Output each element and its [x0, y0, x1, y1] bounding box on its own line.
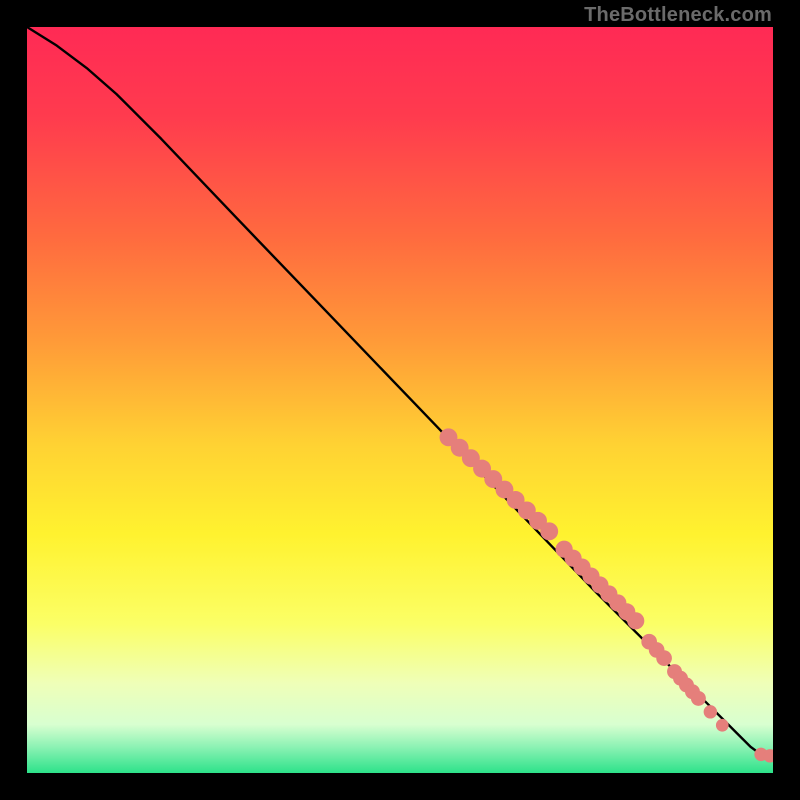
- chart-svg: [27, 27, 773, 773]
- marker-point-f: [716, 719, 729, 732]
- marker-point-e: [704, 705, 717, 718]
- marker-cluster-c: [656, 650, 672, 666]
- marker-cluster-d: [691, 691, 706, 706]
- chart-stage: TheBottleneck.com: [0, 0, 800, 800]
- marker-cluster-a: [540, 522, 558, 540]
- marker-cluster-b: [627, 612, 644, 629]
- chart-plot-area: [27, 27, 773, 773]
- watermark-text: TheBottleneck.com: [584, 4, 772, 27]
